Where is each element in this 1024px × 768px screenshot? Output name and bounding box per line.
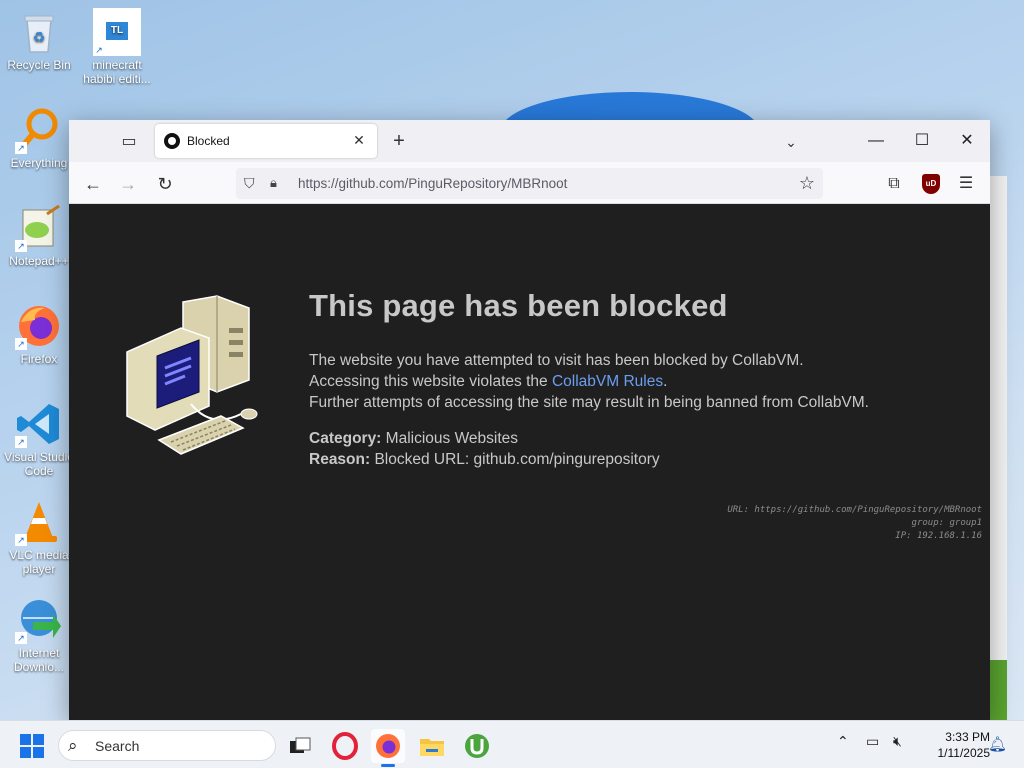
blocked-title: This page has been blocked bbox=[309, 288, 728, 323]
tab-bar: ▭ Blocked ✕ + ⌄ — ☐ ✕ bbox=[69, 120, 990, 162]
notification-bell-icon[interactable]: 🔔︎ bbox=[988, 735, 1007, 753]
back-icon[interactable]: ← bbox=[80, 171, 106, 197]
category-row: Category: Malicious Websites bbox=[309, 430, 519, 447]
github-icon bbox=[164, 133, 180, 149]
menu-icon[interactable]: ☰ bbox=[953, 171, 979, 197]
desktop-icon-notepadpp[interactable]: ↗ Notepad++ bbox=[1, 204, 77, 268]
desktop-icon-vlc[interactable]: ↗ VLC media player bbox=[1, 498, 77, 576]
close-button[interactable]: ✕ bbox=[944, 120, 990, 162]
desktop-icon-recycle-bin[interactable]: ♻ Recycle Bin bbox=[1, 8, 77, 72]
debug-ip: IP: 192.168.1.16 bbox=[895, 531, 982, 541]
blocked-description: The website you have attempted to visit … bbox=[309, 350, 869, 413]
bookmark-star-icon[interactable]: ☆ bbox=[799, 173, 815, 194]
debug-url: URL: https://github.com/PinguRepository/… bbox=[727, 505, 982, 515]
tlauncher-icon: TL ↗ bbox=[93, 8, 141, 56]
utorrent-icon[interactable] bbox=[460, 729, 494, 763]
address-bar[interactable]: ⛉ 🔒︎ https://github.com/PinguRepository/… bbox=[236, 168, 823, 199]
file-explorer-icon[interactable] bbox=[415, 729, 449, 763]
shortcut-arrow-icon: ↗ bbox=[93, 44, 105, 56]
desktop-icon-minecraft[interactable]: TL ↗ minecraft habibi editi... bbox=[79, 8, 155, 86]
firefox-view-icon[interactable]: ▭ bbox=[117, 130, 141, 154]
shortcut-arrow-icon: ↗ bbox=[15, 534, 27, 546]
shortcut-arrow-icon: ↗ bbox=[15, 240, 27, 252]
blocked-page: This page has been blocked The website y… bbox=[69, 204, 990, 720]
extensions-icon[interactable]: ⧉ bbox=[881, 171, 907, 197]
debug-info: URL: https://github.com/PinguRepository/… bbox=[727, 504, 982, 543]
minimize-button[interactable]: — bbox=[853, 120, 899, 162]
reason-row: Reason: Blocked URL: github.com/pingurep… bbox=[309, 451, 660, 468]
background-window-edge bbox=[990, 176, 1007, 720]
task-view-icon[interactable] bbox=[282, 729, 316, 763]
everything-search-icon: ↗ bbox=[15, 106, 63, 154]
taskbar: ⌕ Search ⌃ ▭ 🔇︎ 3:33 PM 1/11/2025 🔔︎ bbox=[0, 720, 1024, 768]
system-clock[interactable]: 3:33 PM 1/11/2025 bbox=[916, 729, 991, 761]
navigation-bar: ← → ↻ ⛉ 🔒︎ https://github.com/PinguRepos… bbox=[69, 162, 990, 204]
opera-icon[interactable] bbox=[328, 729, 362, 763]
reload-icon[interactable]: ↻ bbox=[152, 171, 178, 197]
block-details: Category: Malicious Websites Reason: Blo… bbox=[309, 428, 660, 470]
taskbar-search[interactable]: ⌕ Search bbox=[58, 730, 276, 761]
description-line-3: Further attempts of accessing the site m… bbox=[309, 394, 869, 411]
active-indicator bbox=[381, 764, 395, 767]
windows-start-icon[interactable] bbox=[20, 734, 44, 758]
vlc-icon: ↗ bbox=[15, 498, 63, 546]
shortcut-arrow-icon: ↗ bbox=[15, 632, 27, 644]
tab-close-icon[interactable]: ✕ bbox=[349, 130, 369, 150]
description-line-1: The website you have attempted to visit … bbox=[309, 352, 804, 369]
url-text[interactable]: https://github.com/PinguRepository/MBRno… bbox=[298, 176, 567, 191]
clock-date: 1/11/2025 bbox=[937, 746, 991, 760]
collabvm-rules-link[interactable]: CollabVM Rules bbox=[552, 373, 663, 390]
recycle-bin-icon: ♻ bbox=[15, 8, 63, 56]
svg-text:♻: ♻ bbox=[33, 29, 46, 45]
browser-window: ▭ Blocked ✕ + ⌄ — ☐ ✕ ← → ↻ ⛉ 🔒︎ https:/… bbox=[69, 120, 990, 720]
desktop-icon-firefox[interactable]: ↗ Firefox bbox=[1, 302, 77, 366]
computer-illustration bbox=[121, 294, 266, 464]
shield-icon[interactable]: ⛉ bbox=[244, 175, 255, 192]
description-line-2: Accessing this website violates the Coll… bbox=[309, 373, 668, 390]
firefox-icon: ↗ bbox=[15, 302, 63, 350]
idm-icon: ↗ bbox=[15, 596, 63, 644]
tab-blocked[interactable]: Blocked ✕ bbox=[155, 124, 377, 158]
shortcut-arrow-icon: ↗ bbox=[15, 142, 27, 154]
forward-icon[interactable]: → bbox=[115, 171, 141, 197]
network-icon[interactable]: ▭ bbox=[866, 733, 879, 750]
maximize-button[interactable]: ☐ bbox=[899, 120, 945, 162]
chevron-up-icon[interactable]: ⌃ bbox=[837, 733, 849, 750]
shortcut-arrow-icon: ↗ bbox=[15, 436, 27, 448]
clock-time: 3:33 PM bbox=[945, 730, 990, 744]
firefox-taskbar-icon[interactable] bbox=[371, 729, 405, 767]
volume-muted-icon[interactable]: 🔇︎ bbox=[893, 733, 902, 750]
debug-group: group: group1 bbox=[911, 518, 982, 528]
desktop-icon-vscode[interactable]: ↗ Visual Studio Code bbox=[1, 400, 77, 478]
desktop-icon-everything[interactable]: ↗ Everything bbox=[1, 106, 77, 170]
ublock-origin-icon[interactable]: uD bbox=[922, 174, 940, 194]
tab-title: Blocked bbox=[187, 134, 230, 148]
chevron-down-icon[interactable]: ⌄ bbox=[779, 130, 803, 154]
desktop-icon-idm[interactable]: ↗ Internet Downlo... bbox=[1, 596, 77, 674]
shortcut-arrow-icon: ↗ bbox=[15, 338, 27, 350]
notepadpp-icon: ↗ bbox=[15, 204, 63, 252]
search-placeholder: Search bbox=[95, 738, 140, 754]
search-icon: ⌕ bbox=[68, 736, 78, 755]
new-tab-button[interactable]: + bbox=[387, 129, 411, 153]
vscode-icon: ↗ bbox=[15, 400, 63, 448]
lock-icon[interactable]: 🔒︎ bbox=[270, 175, 277, 191]
